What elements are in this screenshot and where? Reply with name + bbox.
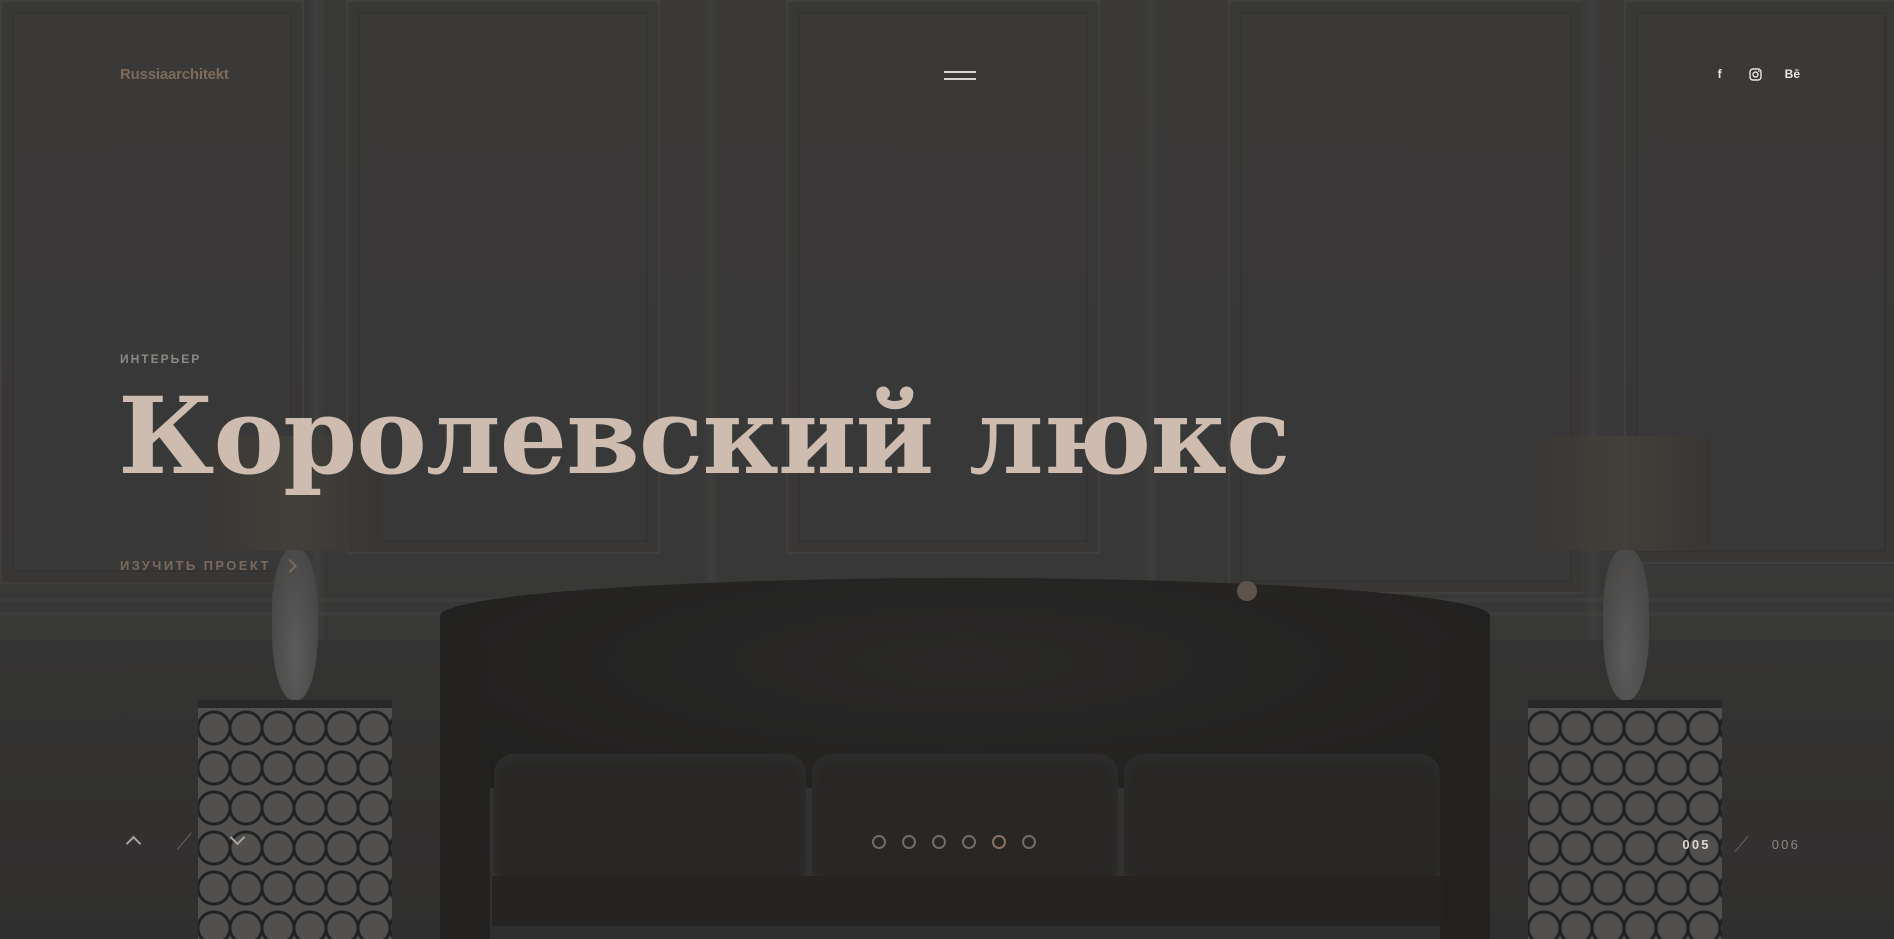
- project-category: ИНТЕРЬЕР: [120, 352, 202, 366]
- instagram-glyph: [1749, 67, 1762, 81]
- slide-dot-1[interactable]: [872, 835, 886, 849]
- project-title: Королевский люкс: [118, 373, 1291, 498]
- explore-project-link[interactable]: ИЗУЧИТЬ ПРОЕКТ: [120, 558, 297, 574]
- chevron-up-icon[interactable]: [125, 835, 142, 852]
- facebook-icon[interactable]: f: [1713, 67, 1727, 81]
- chevron-down-icon[interactable]: [229, 829, 246, 846]
- slider-arrows: [124, 829, 254, 852]
- total-slides-number: 006: [1771, 836, 1800, 852]
- slide-counter: 005 006: [1682, 834, 1800, 854]
- slide-dot-3[interactable]: [932, 835, 946, 849]
- divider: [177, 832, 192, 850]
- slide-dot-6[interactable]: [1022, 835, 1036, 849]
- site-logo[interactable]: Russiaarchitekt: [120, 66, 229, 83]
- hamburger-icon: [944, 71, 976, 73]
- explore-project-label: ИЗУЧИТЬ ПРОЕКТ: [120, 558, 271, 573]
- chevron-right-icon: [282, 558, 297, 574]
- slide-dot-2[interactable]: [902, 835, 916, 849]
- social-links: f Bē: [1713, 67, 1800, 81]
- slider-pagination: [872, 835, 1036, 849]
- divider: [1734, 836, 1749, 852]
- slide-dot-5-active[interactable]: [992, 835, 1006, 849]
- behance-icon[interactable]: Bē: [1785, 67, 1800, 81]
- cursor-dot: [1237, 581, 1257, 601]
- current-slide-number: 005: [1682, 836, 1711, 852]
- slide-dot-4[interactable]: [962, 835, 976, 849]
- instagram-icon[interactable]: [1749, 67, 1763, 81]
- menu-button[interactable]: [944, 68, 976, 82]
